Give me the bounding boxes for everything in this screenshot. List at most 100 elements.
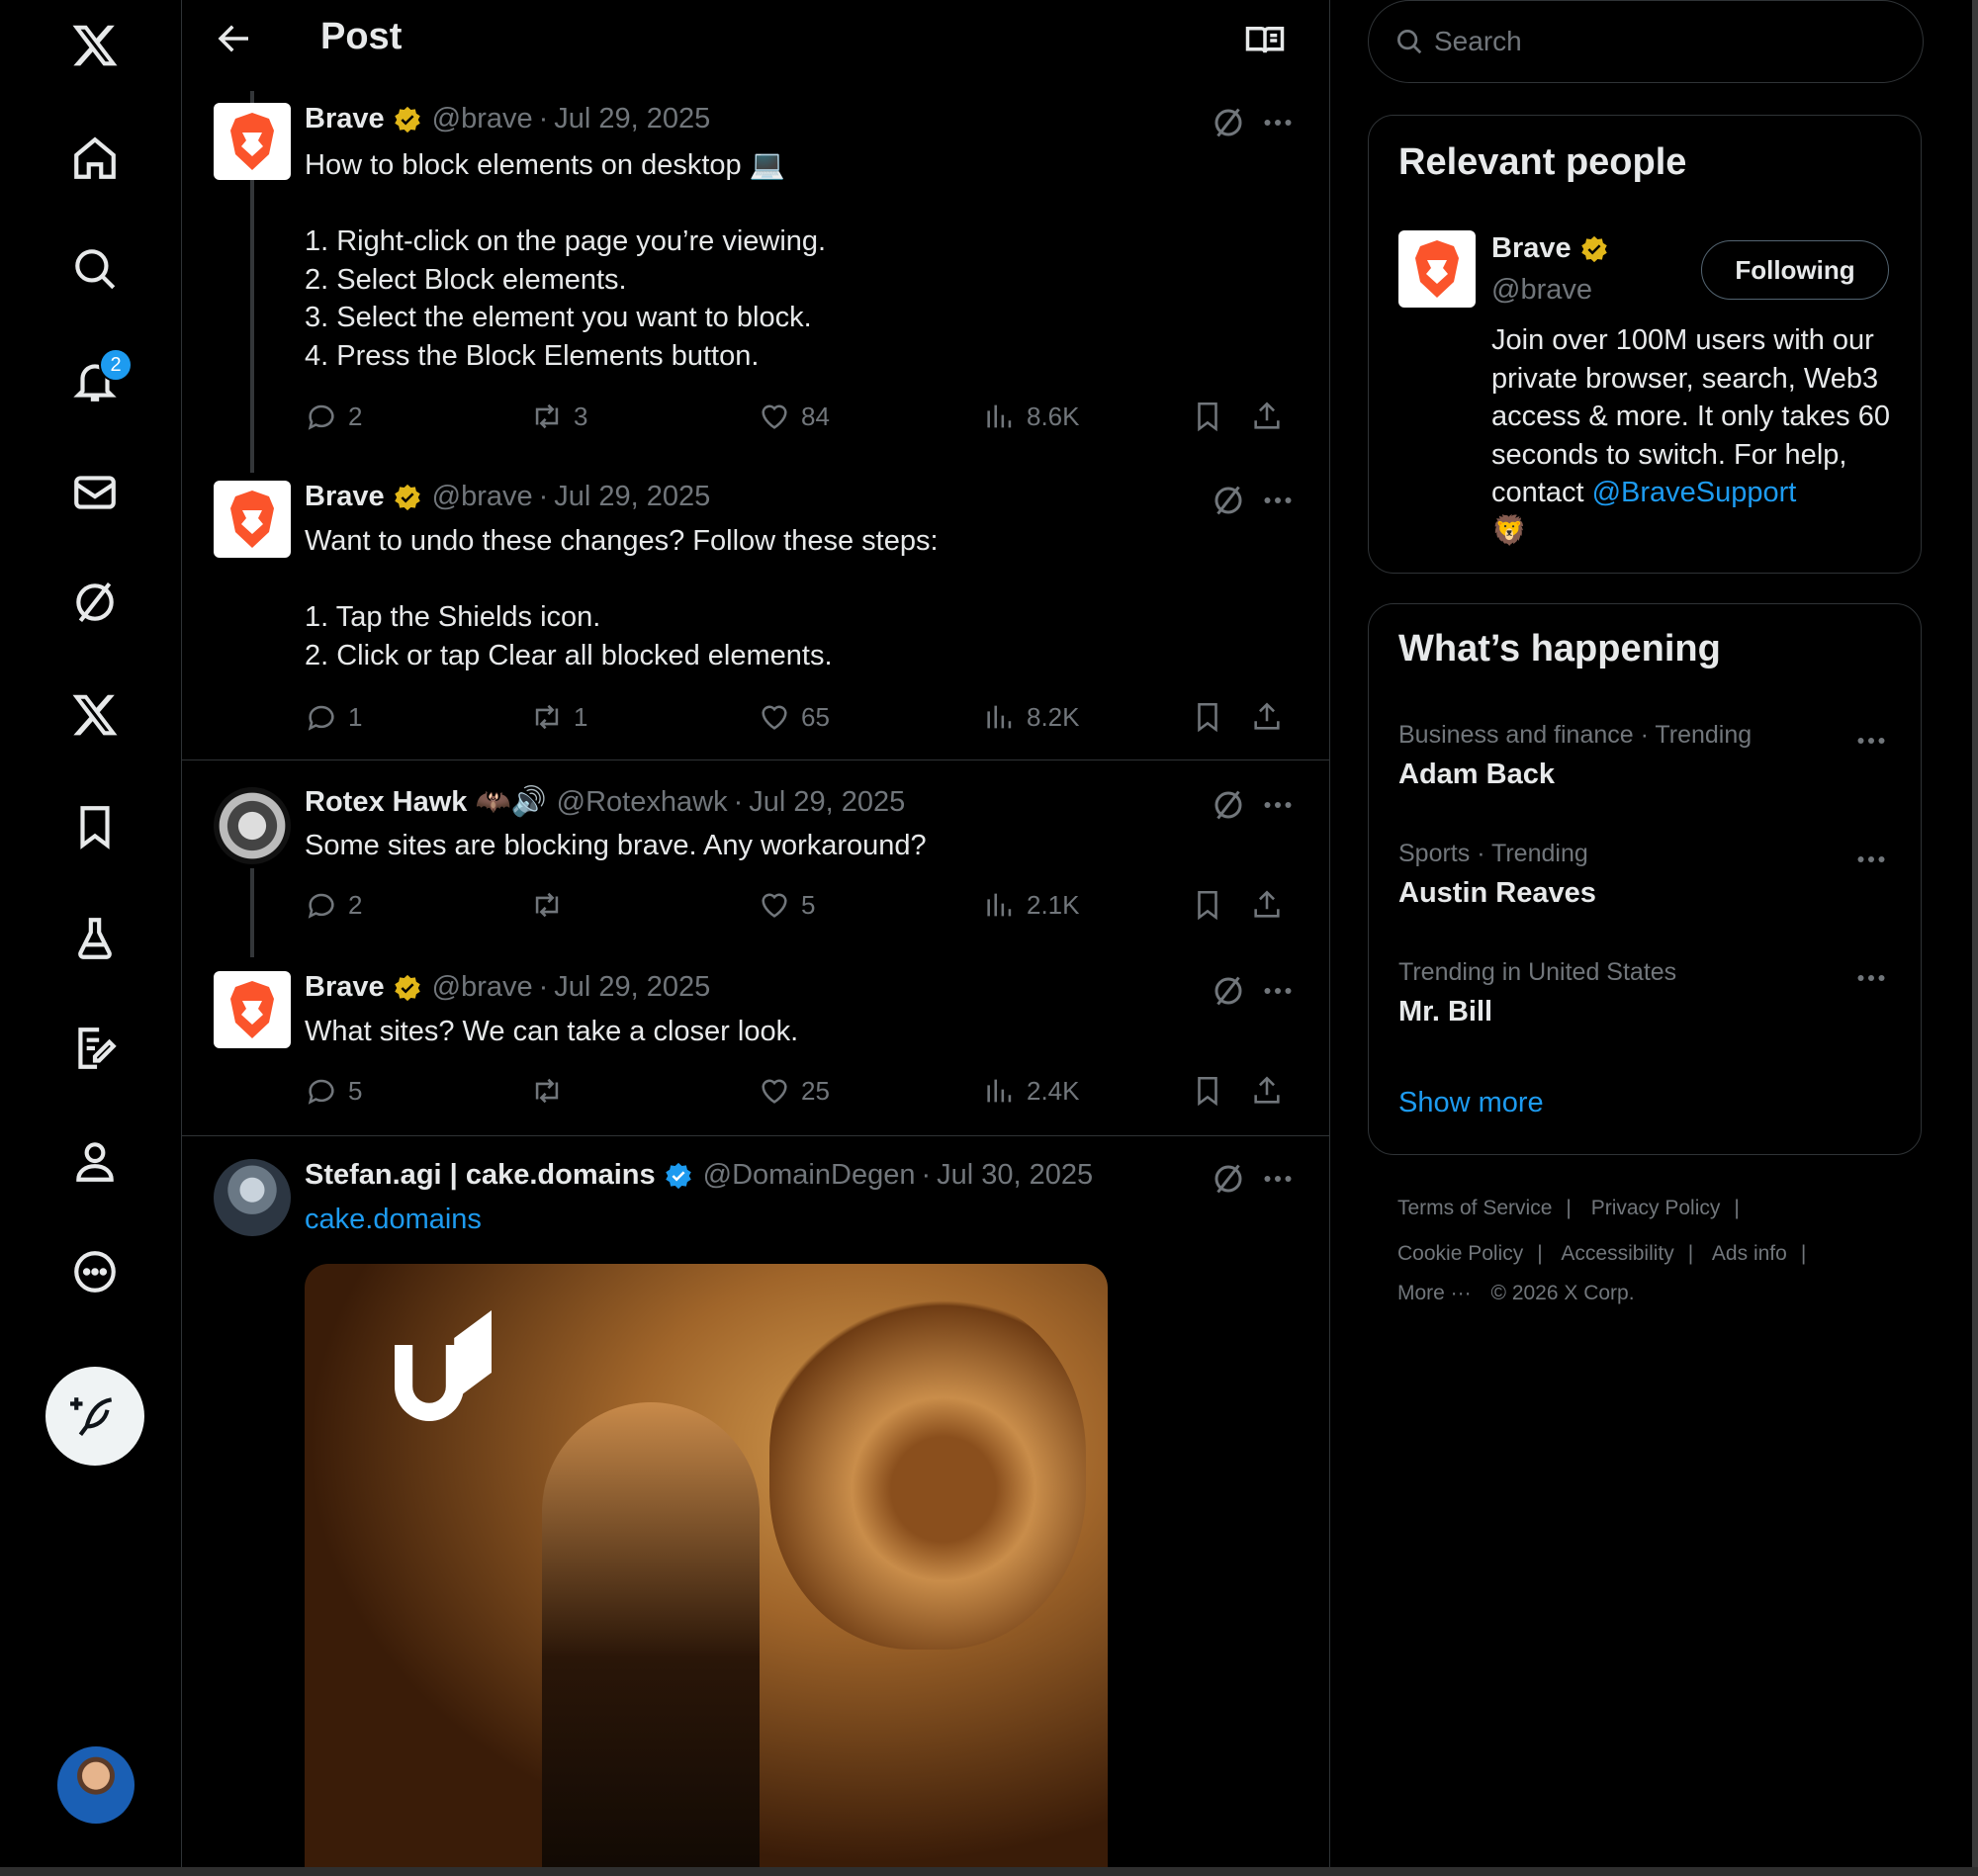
reply-button[interactable]: 2	[305, 888, 362, 922]
repost-button[interactable]	[530, 1074, 574, 1108]
like-button[interactable]: 25	[758, 1074, 830, 1108]
premium-x-icon[interactable]	[49, 670, 140, 760]
articles-compose-icon[interactable]	[49, 1003, 140, 1094]
explore-search-icon[interactable]	[49, 223, 140, 314]
u-brand-logo-icon	[395, 1310, 492, 1421]
tweet-media-image[interactable]	[305, 1264, 1108, 1867]
account-avatar[interactable]	[57, 1746, 135, 1824]
post-date[interactable]: Jul 29, 2025	[554, 481, 710, 513]
bio-mention-link[interactable]: @BraveSupport	[1592, 477, 1797, 508]
brave-avatar[interactable]	[1398, 230, 1476, 308]
trend-name[interactable]: Mr. Bill	[1398, 996, 1492, 1028]
following-button[interactable]: Following	[1701, 240, 1889, 300]
tweet[interactable]: Stefan.agi | cake.domains @DomainDegen ·…	[182, 1137, 1329, 1867]
domaindegen-avatar[interactable]	[214, 1159, 291, 1236]
tweet[interactable]: Brave @brave · Jul 29, 2025 How to block…	[182, 0, 1329, 473]
share-upload-icon[interactable]	[1250, 700, 1284, 734]
more-options-icon[interactable]	[1260, 483, 1296, 518]
trend-more-icon[interactable]	[1853, 960, 1889, 996]
footer-link[interactable]: Ads info	[1712, 1242, 1787, 1265]
bookmark-icon[interactable]	[1191, 700, 1224, 734]
reply-button[interactable]: 1	[305, 700, 362, 734]
grok-explain-icon[interactable]	[1211, 105, 1246, 140]
footer-more-link[interactable]: More ···	[1397, 1282, 1472, 1304]
repost-button[interactable]: 1	[530, 700, 587, 734]
trend-more-icon[interactable]	[1853, 723, 1889, 759]
author-name[interactable]: Stefan.agi | cake.domains	[305, 1159, 656, 1192]
share-upload-icon[interactable]	[1250, 888, 1284, 922]
views-button[interactable]: 2.1K	[983, 888, 1080, 922]
brave-avatar[interactable]	[214, 971, 291, 1048]
grok-explain-icon[interactable]	[1211, 973, 1246, 1009]
trend-name[interactable]: Adam Back	[1398, 759, 1555, 791]
bookmark-icon[interactable]	[1191, 888, 1224, 922]
grok-explain-icon[interactable]	[1211, 483, 1246, 518]
more-circle-icon[interactable]	[49, 1226, 140, 1317]
heart-icon	[762, 705, 787, 730]
bookmark-icon[interactable]	[1191, 400, 1224, 433]
bookmarks-icon[interactable]	[49, 781, 140, 872]
tweet[interactable]: Brave @brave · Jul 29, 2025 Want to undo…	[182, 465, 1329, 761]
tweet[interactable]: Brave @brave · Jul 29, 2025 What sites? …	[182, 955, 1329, 1133]
labs-flask-icon[interactable]	[49, 893, 140, 984]
show-more-link[interactable]: Show more	[1398, 1087, 1544, 1119]
more-options-icon[interactable]	[1260, 105, 1296, 140]
post-date[interactable]: Jul 29, 2025	[554, 971, 710, 1004]
author-handle[interactable]: @Rotexhawk	[557, 786, 728, 819]
brave-avatar[interactable]	[214, 481, 291, 558]
author-handle[interactable]: @brave	[432, 481, 533, 513]
profile-person-icon[interactable]	[49, 1116, 140, 1206]
search-box[interactable]	[1368, 0, 1924, 83]
like-button[interactable]: 65	[758, 700, 830, 734]
share-upload-icon[interactable]	[1250, 1074, 1284, 1108]
post-date[interactable]: Jul 30, 2025	[937, 1159, 1093, 1192]
brave-avatar[interactable]	[214, 103, 291, 180]
tweet[interactable]: Rotex Hawk 🦇🔊 @Rotexhawk · Jul 29, 2025 …	[182, 769, 1329, 957]
trend-more-icon[interactable]	[1853, 842, 1889, 877]
footer-link[interactable]: Cookie Policy	[1397, 1242, 1523, 1265]
messages-envelope-icon[interactable]	[49, 447, 140, 538]
person-handle[interactable]: @brave	[1491, 274, 1592, 307]
author-handle[interactable]: @DomainDegen	[703, 1159, 916, 1192]
repost-button[interactable]	[530, 888, 574, 922]
person-name[interactable]: Brave	[1491, 232, 1572, 265]
author-name[interactable]: Brave	[305, 481, 385, 513]
footer-link[interactable]: Terms of Service	[1397, 1197, 1552, 1219]
views-button[interactable]: 2.4K	[983, 1074, 1080, 1108]
grok-explain-icon[interactable]	[1211, 787, 1246, 823]
post-date[interactable]: Jul 29, 2025	[749, 786, 905, 819]
trend-category: Business and finance · Trending	[1398, 721, 1753, 749]
author-handle[interactable]: @brave	[432, 971, 533, 1004]
author-name[interactable]: Brave	[305, 971, 385, 1004]
like-button[interactable]: 5	[758, 888, 815, 922]
bookmark-icon[interactable]	[1191, 1074, 1224, 1108]
rotexhawk-avatar[interactable]	[214, 787, 291, 864]
author-name[interactable]: Brave	[305, 103, 385, 135]
repost-count: 1	[574, 701, 588, 732]
like-button[interactable]: 84	[758, 400, 830, 433]
notifications-bell-icon[interactable]	[49, 335, 140, 426]
reply-button[interactable]: 2	[305, 400, 362, 433]
views-button[interactable]: 8.2K	[983, 700, 1080, 734]
trend-name[interactable]: Austin Reaves	[1398, 877, 1596, 910]
more-options-icon[interactable]	[1260, 973, 1296, 1009]
search-input[interactable]	[1432, 19, 1891, 64]
home-icon[interactable]	[49, 113, 140, 204]
heart-icon	[762, 1079, 787, 1104]
x-logo-icon[interactable]	[49, 0, 140, 91]
footer-link[interactable]: Privacy Policy	[1591, 1197, 1721, 1219]
grok-icon[interactable]	[49, 557, 140, 648]
share-upload-icon[interactable]	[1250, 400, 1284, 433]
tweet-link[interactable]: cake.domains	[305, 1201, 482, 1239]
compose-post-button[interactable]	[45, 1367, 144, 1466]
post-date[interactable]: Jul 29, 2025	[554, 103, 710, 135]
more-options-icon[interactable]	[1260, 787, 1296, 823]
repost-button[interactable]: 3	[530, 400, 587, 433]
author-name[interactable]: Rotex Hawk 🦇🔊	[305, 785, 547, 819]
grok-explain-icon[interactable]	[1211, 1161, 1246, 1197]
more-options-icon[interactable]	[1260, 1161, 1296, 1197]
views-button[interactable]: 8.6K	[983, 400, 1080, 433]
author-handle[interactable]: @brave	[432, 103, 533, 135]
footer-link[interactable]: Accessibility	[1561, 1242, 1673, 1265]
reply-button[interactable]: 5	[305, 1074, 362, 1108]
